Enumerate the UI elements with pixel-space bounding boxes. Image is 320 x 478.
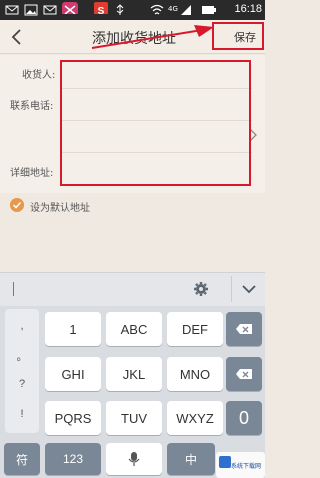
key-1[interactable]: 1 [45,312,101,346]
address-label: 详细地址: [10,168,54,179]
annotation-arrow [91,25,214,49]
key-wxyz[interactable]: WXYZ [167,401,223,435]
battery-icon [202,6,216,14]
app-notification-icon [62,2,78,14]
key-label: 中 [184,452,197,467]
network-type-label: 4G [168,5,178,13]
language-key[interactable]: 中 [167,443,215,475]
key-def[interactable]: DEF [167,312,223,346]
keyboard-toolbar [0,272,265,306]
key-label: 123 [62,452,84,466]
key-mno[interactable]: MNO [167,357,223,391]
key-label: 0 [238,407,249,428]
key-label: ABC [120,321,148,337]
mail-icon-2 [43,5,57,15]
form-highlight-box [60,60,251,186]
symbol-period[interactable]: 。 [12,348,32,364]
key-label: JKL [122,366,146,382]
key-0[interactable]: 0 [226,401,262,435]
key-ghi[interactable]: GHI [45,357,101,391]
default-address-label: 设为默认地址 [30,203,90,214]
divider [231,276,232,302]
mail-icon [5,5,19,15]
phone-label: 联系电话: [10,101,54,112]
key-jkl[interactable]: JKL [106,357,162,391]
space-key[interactable] [106,443,162,475]
image-icon [24,4,38,16]
chevron-down-icon[interactable] [242,283,256,295]
key-label: TUV [121,410,147,426]
key-label: 符 [15,452,28,467]
symbol-question[interactable]: ? [12,378,32,390]
signal-icon [181,5,191,15]
back-arrow-icon[interactable] [6,24,30,50]
delete-key[interactable] [226,312,262,346]
key-tuv[interactable]: TUV [106,401,162,435]
gear-icon[interactable] [193,281,209,297]
status-time: 16:18 [234,3,262,15]
app-s-icon: S [94,2,108,14]
svg-text:S: S [98,6,105,14]
watermark-logo-icon [219,456,231,468]
key-label: GHI [61,366,85,382]
backspace-icon [236,324,252,334]
key-pqrs[interactable]: PQRS [45,401,101,435]
clear-key[interactable] [226,357,262,391]
symbol-comma[interactable]: , [12,320,32,332]
key-label: PQRS [54,410,92,426]
symbol-exclamation[interactable]: ! [12,408,32,420]
key-label: 1 [69,321,77,337]
usb-icon [116,4,124,15]
key-label: WXYZ [176,410,214,426]
wifi-icon [150,4,164,15]
symbols-key[interactable]: 符 [4,443,40,475]
clear-icon [236,369,252,379]
microphone-icon [128,452,140,466]
checkmark-icon[interactable] [10,198,24,212]
keyboard-cursor [13,282,14,296]
status-bar: S 4G 16:18 [0,0,265,20]
key-abc[interactable]: ABC [106,312,162,346]
recipient-label: 收货人: [22,70,56,81]
key-label: DEF [182,321,208,337]
numbers-key[interactable]: 123 [45,443,101,475]
save-highlight-box [212,22,264,50]
key-label: MNO [179,366,211,382]
